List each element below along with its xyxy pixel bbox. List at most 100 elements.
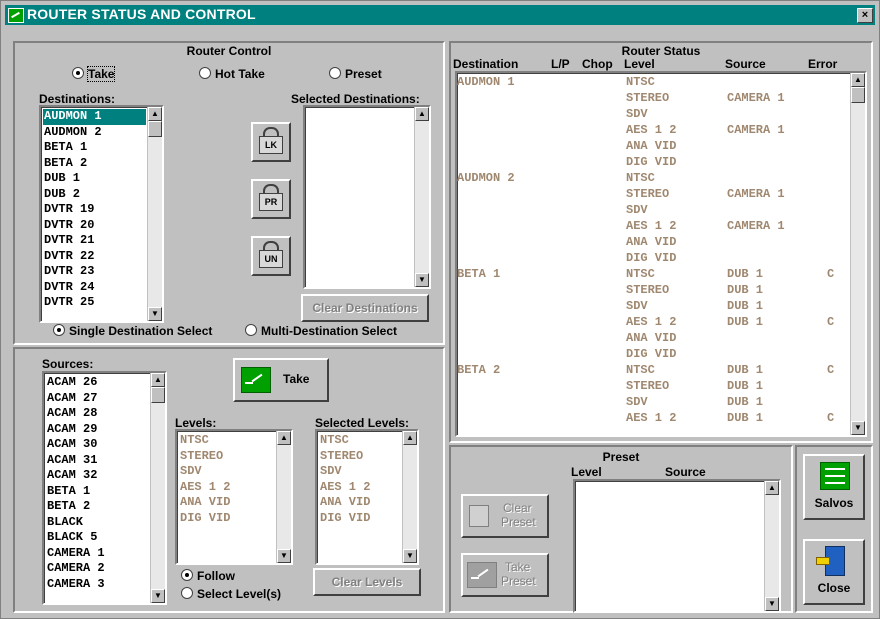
levels-scrollbar[interactable]: ▲ ▼ (276, 431, 291, 563)
destination-item[interactable]: DVTR 23 (43, 264, 146, 280)
status-cell-error: C (827, 363, 835, 377)
level-item[interactable]: AES 1 2 (179, 480, 275, 496)
sources-scrollbar[interactable]: ▲ ▼ (150, 373, 165, 603)
scroll-down-arrow-icon[interactable]: ▼ (851, 421, 865, 435)
source-item[interactable]: ACAM 29 (46, 422, 149, 438)
selected-level-item[interactable]: SDV (319, 464, 401, 480)
scroll-up-arrow-icon[interactable]: ▲ (765, 481, 779, 495)
source-item[interactable]: ACAM 28 (46, 406, 149, 422)
level-mode-radio-0[interactable]: Follow (181, 569, 235, 583)
destination-item[interactable]: DVTR 24 (43, 280, 146, 296)
take-mode-radio-2[interactable]: Preset (329, 67, 382, 81)
salvos-button[interactable]: Salvos (803, 454, 865, 520)
source-item[interactable]: BLACK 5 (46, 530, 149, 546)
preset-scrollbar[interactable]: ▲ ▼ (764, 481, 779, 611)
sources-listbox[interactable]: ACAM 26 ACAM 27 ACAM 28 ACAM 29 ACAM 30 ACAM … (42, 371, 167, 605)
level-mode-radio-1[interactable]: Select Level(s) (181, 587, 281, 601)
selected-level-item[interactable]: DIG VID (319, 511, 401, 527)
destination-item[interactable]: DVTR 22 (43, 249, 146, 265)
scroll-up-arrow-icon[interactable]: ▲ (403, 431, 417, 445)
scroll-thumb[interactable] (148, 121, 162, 137)
source-item[interactable]: ACAM 31 (46, 453, 149, 469)
source-item[interactable]: ACAM 26 (46, 375, 149, 391)
scroll-down-arrow-icon[interactable]: ▼ (415, 273, 429, 287)
source-item[interactable]: BLACK (46, 515, 149, 531)
destination-item[interactable]: DVTR 20 (43, 218, 146, 234)
status-cell-source: DUB 1 (727, 411, 764, 425)
scroll-down-arrow-icon[interactable]: ▼ (765, 597, 779, 611)
clear-preset-button[interactable]: Clear Preset (461, 494, 549, 538)
destination-item[interactable]: BETA 1 (43, 140, 146, 156)
source-item[interactable]: CAMERA 1 (46, 546, 149, 562)
status-cell-level: DIG VID (626, 155, 677, 169)
status-cell-level: ANA VID (626, 139, 677, 153)
destination-item[interactable]: DUB 1 (43, 171, 146, 187)
col-lp: L/P (551, 57, 570, 71)
take-mode-radio-0[interactable]: Take (72, 66, 116, 82)
level-item[interactable]: SDV (179, 464, 275, 480)
selected-level-item[interactable]: STEREO (319, 449, 401, 465)
levels-listbox[interactable]: NTSC STEREO SDV AES 1 2 ANA VID DIG VID ▲ ▼ (175, 429, 293, 565)
selected-destinations-listbox[interactable]: ▲ ▼ (303, 105, 431, 289)
selected-levels-listbox[interactable]: NTSC STEREO SDV AES 1 2 ANA VID DIG VID ▲ ▼ (315, 429, 419, 565)
level-item[interactable]: NTSC (179, 433, 275, 449)
scroll-down-arrow-icon[interactable]: ▼ (403, 549, 417, 563)
preset-listbox[interactable]: ▲ ▼ (573, 479, 781, 613)
take-button[interactable]: Take (233, 358, 329, 402)
level-item[interactable]: STEREO (179, 449, 275, 465)
scroll-up-arrow-icon[interactable]: ▲ (415, 107, 429, 121)
select-mode-radio-1[interactable]: Multi-Destination Select (245, 324, 397, 338)
source-item[interactable]: ACAM 32 (46, 468, 149, 484)
scroll-down-arrow-icon[interactable]: ▼ (148, 307, 162, 321)
select-mode-radio-0[interactable]: Single Destination Select (53, 324, 212, 338)
scroll-up-arrow-icon[interactable]: ▲ (851, 73, 865, 87)
destination-item[interactable]: DVTR 19 (43, 202, 146, 218)
router-status-listbox[interactable]: AUDMON 1 NTSC STEREO CAMERA 1 SDV AES 1 2 CAME… (455, 71, 867, 437)
source-item[interactable]: BETA 1 (46, 484, 149, 500)
source-item[interactable]: ACAM 30 (46, 437, 149, 453)
take-preset-button[interactable]: Take Preset (461, 553, 549, 597)
scroll-down-arrow-icon[interactable]: ▼ (277, 549, 291, 563)
scroll-up-arrow-icon[interactable]: ▲ (148, 107, 162, 121)
level-item[interactable]: ANA VID (179, 495, 275, 511)
selected-levels-scrollbar[interactable]: ▲ ▼ (402, 431, 417, 563)
status-cell-level: AES 1 2 (626, 315, 677, 329)
selected-level-item[interactable]: ANA VID (319, 495, 401, 511)
take-mode-radio-1[interactable]: Hot Take (199, 67, 265, 81)
destination-item[interactable]: DVTR 25 (43, 295, 146, 311)
source-item[interactable]: ACAM 27 (46, 391, 149, 407)
clear-levels-button[interactable]: Clear Levels (313, 568, 421, 596)
source-item[interactable]: CAMERA 2 (46, 561, 149, 577)
col-error: Error (808, 57, 838, 71)
radio-dot-icon (181, 569, 193, 581)
scroll-up-arrow-icon[interactable]: ▲ (151, 373, 165, 387)
scroll-down-arrow-icon[interactable]: ▼ (151, 589, 165, 603)
scroll-thumb[interactable] (151, 387, 165, 403)
source-item[interactable]: BETA 2 (46, 499, 149, 515)
level-item[interactable]: DIG VID (179, 511, 275, 527)
scroll-thumb[interactable] (851, 87, 865, 103)
destinations-scrollbar[interactable]: ▲ ▼ (147, 107, 162, 321)
protect-button[interactable]: PR (251, 179, 291, 219)
destination-item[interactable]: BETA 2 (43, 156, 146, 172)
destination-item[interactable]: DVTR 21 (43, 233, 146, 249)
radio-dot-icon (245, 324, 257, 336)
router-status-scrollbar[interactable]: ▲ ▼ (850, 73, 865, 435)
selected-destinations-scrollbar[interactable]: ▲ ▼ (414, 107, 429, 287)
router-status-rows: AUDMON 1 NTSC STEREO CAMERA 1 SDV AES 1 2 CAME… (457, 75, 849, 435)
destination-item[interactable]: DUB 2 (43, 187, 146, 203)
close-window-button[interactable]: × (857, 8, 873, 23)
source-item[interactable]: CAMERA 3 (46, 577, 149, 593)
protect-button-label: PR (259, 193, 283, 211)
scroll-up-arrow-icon[interactable]: ▲ (277, 431, 291, 445)
col-destination: Destination (453, 57, 519, 71)
selected-level-item[interactable]: NTSC (319, 433, 401, 449)
close-button[interactable]: Close (803, 539, 865, 605)
destinations-listbox[interactable]: AUDMON 1 AUDMON 2 BETA 1 BETA 2 DUB 1 DUB 2 DV… (39, 105, 164, 323)
destination-item[interactable]: AUDMON 1 (43, 109, 146, 125)
destination-item[interactable]: AUDMON 2 (43, 125, 146, 141)
selected-level-item[interactable]: AES 1 2 (319, 480, 401, 496)
lock-button[interactable]: LK (251, 122, 291, 162)
clear-destinations-button[interactable]: Clear Destinations (301, 294, 429, 322)
unlock-button[interactable]: UN (251, 236, 291, 276)
